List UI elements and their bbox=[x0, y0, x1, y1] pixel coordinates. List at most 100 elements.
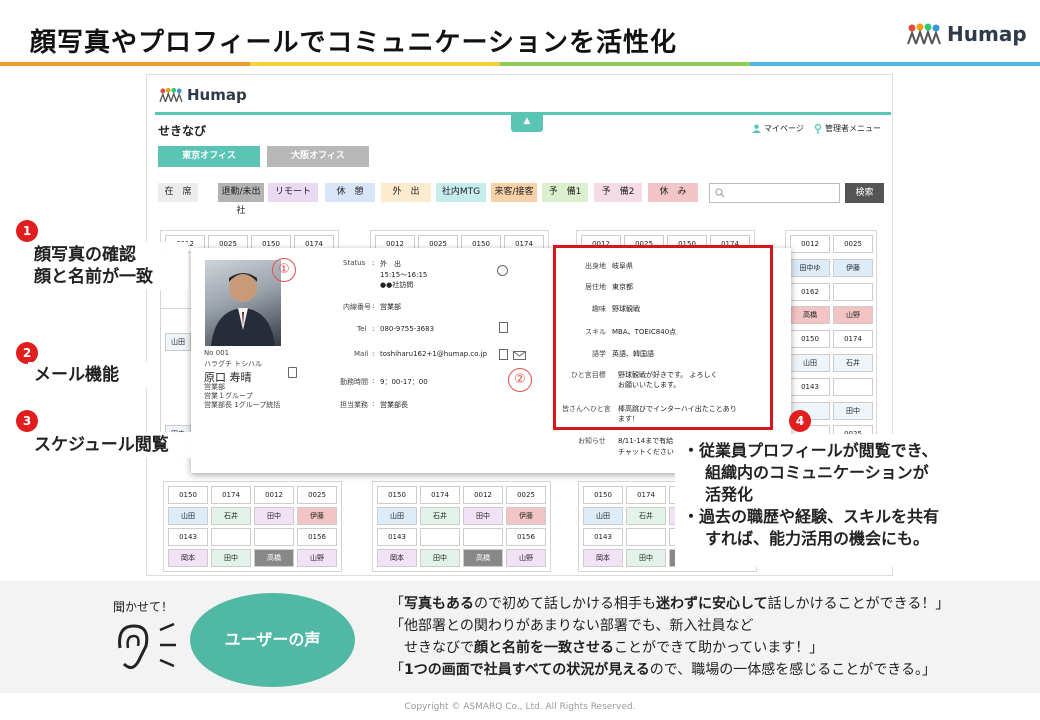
seat-cell[interactable]: 山田 bbox=[168, 507, 208, 525]
seat-cell[interactable]: 岡本 bbox=[583, 549, 623, 567]
title-underline-green bbox=[500, 62, 750, 66]
status-chip[interactable]: 来客/接客 bbox=[491, 183, 537, 202]
seat-cell[interactable]: 田中ゆ bbox=[790, 258, 830, 277]
seat-cell[interactable] bbox=[833, 282, 873, 301]
seat-cell[interactable]: 0025 bbox=[833, 235, 873, 253]
seat-cell[interactable]: 岡本 bbox=[168, 549, 208, 567]
clock-icon[interactable] bbox=[497, 265, 508, 276]
seat-cell[interactable]: 0143 bbox=[583, 528, 623, 546]
hours-sep: : bbox=[372, 377, 375, 385]
quote-text: 話しかけることができる！」 bbox=[767, 596, 950, 612]
seat-cell[interactable]: 0156 bbox=[506, 528, 546, 546]
tab-osaka-office[interactable]: 大阪オフィス bbox=[267, 146, 369, 167]
person-photo-icon bbox=[211, 273, 275, 346]
seat-cell[interactable]: 田中 bbox=[254, 507, 294, 525]
status-chip[interactable]: 休 み bbox=[648, 183, 698, 202]
seat-cell[interactable]: 0174 bbox=[211, 486, 251, 504]
seat-cell[interactable]: 伊藤 bbox=[297, 507, 337, 525]
feature-1-line1: 顔写真の確認 bbox=[34, 245, 136, 265]
seat-cell[interactable]: 0143 bbox=[168, 528, 208, 546]
quote-3: 「1つの画面で社員すべての状況が見えるので、職場の一体感を感じることができる。」 bbox=[390, 660, 936, 680]
seat-cell[interactable]: 0143 bbox=[790, 377, 830, 396]
status-place: ●●社訪問 bbox=[380, 281, 414, 289]
seat-cell[interactable]: 0012 bbox=[790, 235, 830, 253]
seat-cell[interactable]: 石井 bbox=[420, 507, 460, 525]
seat-cell[interactable]: 田中 bbox=[833, 401, 873, 420]
seat-cell[interactable]: 山野 bbox=[297, 549, 337, 567]
seat-cell[interactable]: 0162 bbox=[790, 282, 830, 301]
feature-badge-4: 4 bbox=[789, 410, 811, 432]
seat-cell[interactable]: 0156 bbox=[297, 528, 337, 546]
seat-cell[interactable]: 0012 bbox=[463, 486, 503, 504]
seat-cell[interactable]: 0174 bbox=[420, 486, 460, 504]
feature-4-bullets: ・従業員プロフィールが閲覧でき、 組織内のコミュニケーションが 活発化 ・過去の… bbox=[675, 434, 995, 567]
seat-cell[interactable]: 田中 bbox=[626, 549, 666, 567]
seat-cell[interactable]: 田中 bbox=[420, 549, 460, 567]
seat-cell[interactable]: 田中 bbox=[463, 507, 503, 525]
quote-bold: 顔と名前を一致させる bbox=[474, 640, 614, 656]
seat-cell[interactable]: 伊藤 bbox=[506, 507, 546, 525]
feature-label-2: メール機能 bbox=[28, 362, 158, 388]
seat-cell[interactable]: 山田 bbox=[165, 333, 191, 351]
status-chip[interactable]: 休 憩 bbox=[325, 183, 375, 202]
profile-photo bbox=[205, 260, 281, 346]
copy-icon[interactable] bbox=[499, 349, 508, 360]
seat-cell[interactable]: 伊藤 bbox=[833, 258, 873, 277]
seat-cell[interactable]: 0150 bbox=[377, 486, 417, 504]
tab-tokyo-office[interactable]: 東京オフィス bbox=[158, 146, 260, 167]
seat-group-bottom-1: 0150 0174 0012 0025 山田 石井 田中 伊藤 0143 0156 岡本 田中 高橋 山野 bbox=[163, 481, 342, 572]
status-chip[interactable]: 予 備2 bbox=[594, 183, 642, 202]
seat-cell[interactable]: 高橋 bbox=[254, 549, 294, 567]
seat-cell[interactable]: 高橋 bbox=[463, 549, 503, 567]
seat-cell[interactable]: 0143 bbox=[377, 528, 417, 546]
seat-cell[interactable]: 山田 bbox=[583, 507, 623, 525]
seat-cell[interactable]: 0025 bbox=[297, 486, 337, 504]
seat-cell[interactable] bbox=[254, 528, 294, 546]
seat-cell[interactable] bbox=[833, 377, 873, 396]
my-page-link[interactable]: マイページ bbox=[752, 123, 804, 134]
feature-badge-3: 3 bbox=[16, 410, 38, 432]
quote-2-cont: せきなびで顔と名前を一致させることができて助かっています！」 bbox=[390, 638, 823, 658]
search-button[interactable]: 検索 bbox=[845, 183, 884, 203]
seat-cell[interactable]: 石井 bbox=[211, 507, 251, 525]
copy-icon[interactable] bbox=[288, 367, 297, 378]
seat-cell[interactable]: 0150 bbox=[583, 486, 623, 504]
status-chip[interactable]: 外 出 bbox=[381, 183, 431, 202]
mail-icon[interactable] bbox=[513, 351, 526, 360]
seat-cell[interactable]: 山田 bbox=[377, 507, 417, 525]
seat-cell[interactable]: 0012 bbox=[254, 486, 294, 504]
copyright: Copyright © ASMARQ Co., Ltd. All Rights … bbox=[404, 702, 636, 712]
mail-label: Mail bbox=[354, 350, 369, 358]
title-underline-blue bbox=[750, 62, 1040, 66]
status-chip[interactable]: 退勤/未出社 bbox=[218, 183, 264, 216]
feature-badge-1: 1 bbox=[16, 220, 38, 242]
seat-cell[interactable] bbox=[420, 528, 460, 546]
seat-cell[interactable] bbox=[463, 528, 503, 546]
seat-cell[interactable]: 田中 bbox=[211, 549, 251, 567]
employee-kana: ハラグチ トシハル bbox=[204, 360, 263, 368]
seat-cell[interactable]: 0174 bbox=[833, 330, 873, 349]
status-chip[interactable]: 予 備1 bbox=[542, 183, 588, 202]
status-chip[interactable]: リモート bbox=[268, 183, 318, 202]
seat-cell[interactable] bbox=[626, 528, 666, 546]
seat-cell[interactable]: 0150 bbox=[790, 330, 830, 349]
seat-cell[interactable]: 山田 bbox=[790, 353, 830, 372]
seat-cell[interactable]: 山野 bbox=[506, 549, 546, 567]
seat-cell[interactable] bbox=[211, 528, 251, 546]
collapse-toggle[interactable]: ▲ bbox=[511, 112, 543, 132]
seat-cell[interactable]: 石井 bbox=[626, 507, 666, 525]
admin-menu-link[interactable]: 管理者メニュー bbox=[814, 123, 881, 134]
copy-icon[interactable] bbox=[499, 322, 508, 333]
seat-cell[interactable]: 山野 bbox=[833, 306, 873, 325]
status-chip[interactable]: 在 席 bbox=[158, 183, 198, 202]
seat-cell[interactable]: 0025 bbox=[506, 486, 546, 504]
seat-cell[interactable]: 岡本 bbox=[377, 549, 417, 567]
seat-cell[interactable]: 高橋 bbox=[790, 306, 830, 325]
seat-cell[interactable]: 石井 bbox=[833, 353, 873, 372]
seat-cell[interactable]: 0150 bbox=[168, 486, 208, 504]
quote-text: ので初めて話しかける相手も bbox=[474, 596, 656, 612]
tel-label: Tel bbox=[357, 325, 367, 333]
search-input[interactable] bbox=[709, 183, 840, 203]
status-chip[interactable]: 社内MTG bbox=[436, 183, 486, 202]
seat-cell[interactable]: 0174 bbox=[626, 486, 666, 504]
